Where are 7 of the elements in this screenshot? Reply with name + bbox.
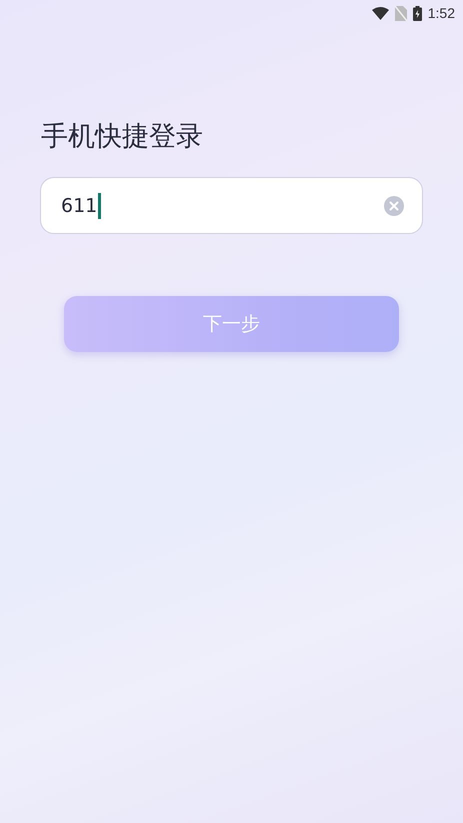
no-sim-icon [394,6,407,20]
status-time: 1:52 [428,5,455,21]
phone-input-field[interactable]: 611 [40,177,423,234]
battery-icon [412,6,422,20]
clear-icon[interactable] [384,196,404,216]
page-title: 手机快捷登录 [41,120,203,154]
wifi-icon [372,6,389,20]
